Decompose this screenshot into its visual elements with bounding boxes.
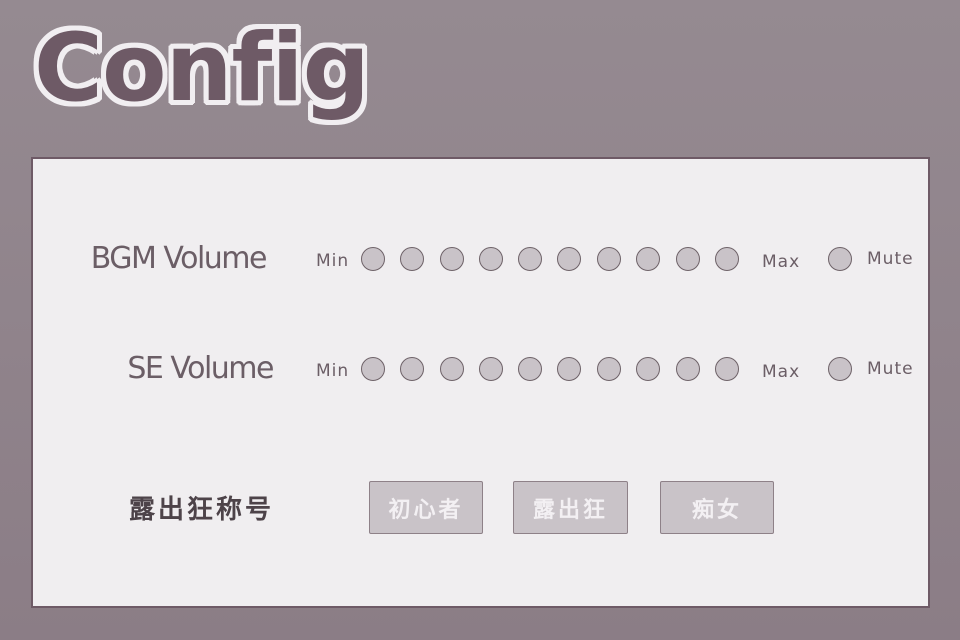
se-level-9[interactable] <box>676 357 700 381</box>
se-volume-label: SE Volume <box>127 351 274 386</box>
bgm-level-5[interactable] <box>518 247 542 271</box>
bgm-volume-label: BGM Volume <box>90 241 268 276</box>
se-mute-label: Mute <box>867 359 914 379</box>
option-beginner-button[interactable]: 初心者 <box>369 481 483 534</box>
se-level-4[interactable] <box>479 357 503 381</box>
page-title: Config <box>34 14 370 123</box>
se-max-label: Max <box>762 362 801 382</box>
se-level-3[interactable] <box>440 357 464 381</box>
se-mute-toggle[interactable] <box>828 357 852 381</box>
se-level-10[interactable] <box>715 357 739 381</box>
bgm-level-2[interactable] <box>400 247 424 271</box>
bgm-min-label: Min <box>316 251 350 271</box>
se-level-5[interactable] <box>518 357 542 381</box>
se-level-1[interactable] <box>361 357 385 381</box>
bgm-level-1[interactable] <box>361 247 385 271</box>
bgm-level-9[interactable] <box>676 247 700 271</box>
bgm-level-6[interactable] <box>557 247 581 271</box>
option-exhibitionist-button[interactable]: 露出狂 <box>513 481 628 534</box>
bgm-mute-label: Mute <box>867 249 914 269</box>
se-level-2[interactable] <box>400 357 424 381</box>
config-panel: BGM Volume Min Max Mute SE Volume Min Ma… <box>31 157 930 608</box>
se-level-6[interactable] <box>557 357 581 381</box>
bgm-level-7[interactable] <box>597 247 621 271</box>
se-level-7[interactable] <box>597 357 621 381</box>
bgm-level-4[interactable] <box>479 247 503 271</box>
bgm-level-10[interactable] <box>715 247 739 271</box>
bgm-level-3[interactable] <box>440 247 464 271</box>
se-volume-row: SE Volume Min Max Mute <box>33 349 928 389</box>
bgm-mute-toggle[interactable] <box>828 247 852 271</box>
option-slut-button[interactable]: 痴女 <box>660 481 774 534</box>
bgm-volume-row: BGM Volume Min Max Mute <box>33 239 928 279</box>
bgm-max-label: Max <box>762 252 801 272</box>
se-min-label: Min <box>316 361 350 381</box>
se-level-8[interactable] <box>636 357 660 381</box>
bgm-level-8[interactable] <box>636 247 660 271</box>
exhibitionist-title-label: 露出狂称号 <box>129 495 275 525</box>
